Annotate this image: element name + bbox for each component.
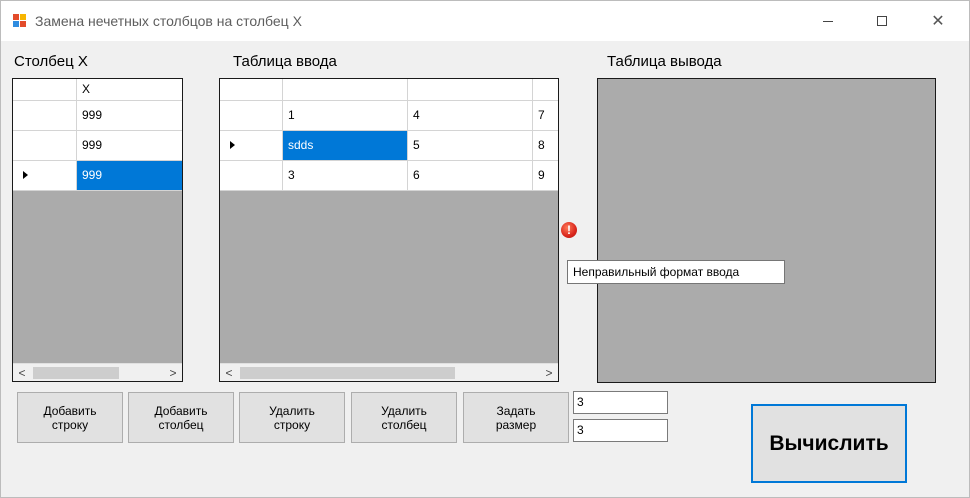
scroll-right-icon[interactable]: > (166, 366, 180, 380)
output-table-label: Таблица вывода (607, 53, 722, 70)
column-header[interactable] (408, 79, 533, 101)
add-row-button[interactable]: Добавить строку (17, 392, 123, 443)
input-grid[interactable]: 1 4 7 sdds 5 8 3 6 9 < > (219, 78, 559, 382)
grid-cell[interactable]: 3 (283, 161, 408, 191)
cols-count-input[interactable]: 3 (573, 419, 668, 442)
grid-cell-selected[interactable]: 999 (77, 161, 182, 191)
grid-corner-header (13, 79, 77, 101)
minimize-icon (823, 20, 833, 22)
input-table-label: Таблица ввода (233, 53, 337, 70)
horizontal-scrollbar[interactable]: < > (220, 363, 558, 381)
column-x-grid[interactable]: X 999 999 999 < > (12, 78, 183, 382)
grid-cell[interactable]: 1 (283, 101, 408, 131)
row-header-current[interactable] (13, 161, 77, 191)
column-x-label: Столбец X (14, 53, 88, 70)
scroll-left-icon[interactable]: < (15, 366, 29, 380)
grid-cell[interactable]: 6 (408, 161, 533, 191)
grid-cell[interactable]: 999 (77, 131, 182, 161)
grid-cell[interactable]: 5 (408, 131, 533, 161)
close-icon: ✕ (931, 13, 945, 30)
set-size-button[interactable]: Задать размер (463, 392, 569, 443)
close-button[interactable]: ✕ (915, 1, 961, 41)
grid-cell[interactable]: 4 (408, 101, 533, 131)
column-header-x[interactable]: X (77, 79, 182, 101)
window-title: Замена нечетных столбцов на столбец X (35, 13, 302, 29)
error-icon[interactable]: ! (561, 222, 577, 238)
grid-cell[interactable]: 8 (533, 131, 558, 161)
output-grid[interactable] (597, 78, 936, 383)
current-row-arrow-icon (230, 141, 235, 149)
column-header[interactable] (283, 79, 408, 101)
add-column-button[interactable]: Добавить столбец (128, 392, 234, 443)
maximize-icon (877, 16, 887, 26)
calculate-button[interactable]: Вычислить (751, 404, 907, 483)
column-header[interactable] (533, 79, 558, 101)
row-header[interactable] (220, 161, 283, 191)
grid-cell[interactable]: 9 (533, 161, 558, 191)
error-tooltip: Неправильный формат ввода (567, 260, 785, 284)
row-header[interactable] (220, 101, 283, 131)
row-header-current[interactable] (220, 131, 283, 161)
maximize-button[interactable] (859, 1, 905, 41)
horizontal-scrollbar[interactable]: < > (13, 363, 182, 381)
delete-column-button[interactable]: Удалить столбец (351, 392, 457, 443)
row-header[interactable] (13, 101, 77, 131)
grid-cell[interactable]: 999 (77, 101, 182, 131)
scroll-thumb[interactable] (240, 367, 455, 379)
row-header[interactable] (13, 131, 77, 161)
grid-corner-header (220, 79, 283, 101)
grid-cell[interactable]: 7 (533, 101, 558, 131)
main-window: Замена нечетных столбцов на столбец X ✕ … (0, 0, 970, 498)
app-icon (13, 14, 27, 28)
scroll-left-icon[interactable]: < (222, 366, 236, 380)
title-bar: Замена нечетных столбцов на столбец X ✕ (1, 1, 969, 41)
delete-row-button[interactable]: Удалить строку (239, 392, 345, 443)
grid-cell-selected[interactable]: sdds (283, 131, 408, 161)
minimize-button[interactable] (805, 1, 851, 41)
current-row-arrow-icon (23, 171, 28, 179)
scroll-thumb[interactable] (33, 367, 119, 379)
scroll-right-icon[interactable]: > (542, 366, 556, 380)
rows-count-input[interactable]: 3 (573, 391, 668, 414)
